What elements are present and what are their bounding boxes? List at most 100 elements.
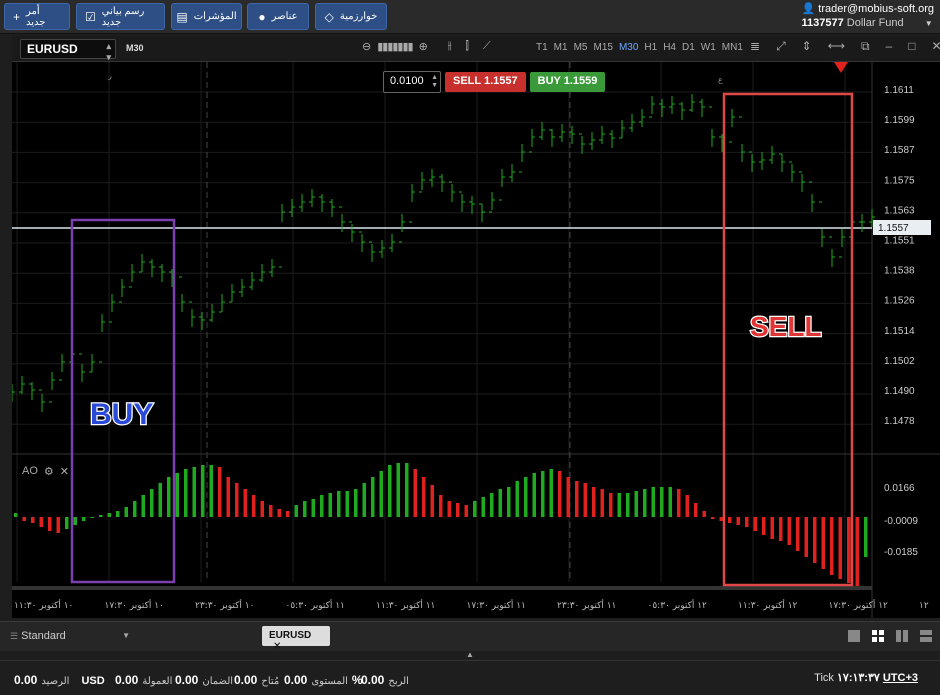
ao-bar	[192, 467, 196, 517]
zoom-slider[interactable]: ▮▮▮▮▮▮▮	[377, 40, 413, 53]
ao-bar	[541, 471, 545, 517]
gear-icon[interactable]: ⚙	[44, 465, 54, 478]
timeframe-mn1[interactable]: MN1	[722, 42, 743, 53]
ao-bar	[362, 483, 366, 517]
bars-icon: ▤	[176, 9, 188, 24]
quick-order-panel: 0.0100 ▲ ▼ SELL 1.1557 BUY 1.1559	[383, 71, 606, 93]
timeframe-m15[interactable]: M15	[593, 42, 612, 53]
settings-lines-icon[interactable]: ≣	[750, 39, 760, 54]
timeframe-t1[interactable]: T1	[536, 42, 548, 53]
ao-bar	[855, 517, 859, 587]
buy-annotation-label: BUY	[90, 398, 153, 431]
ao-bar	[218, 467, 222, 517]
symbol-select[interactable]: EURUSD ▴ ▾	[20, 39, 116, 62]
new-chart-button[interactable]: ☑ رسم بياني جديد	[76, 3, 165, 30]
zoom-in-icon[interactable]: ⊕	[419, 40, 428, 53]
ao-bar	[830, 517, 834, 575]
price-tick-label: 1.1526	[884, 296, 915, 307]
zoom-out-icon[interactable]: ⊖	[362, 40, 371, 53]
ao-bar	[796, 517, 800, 551]
ao-bar	[294, 505, 298, 517]
ao-tick-label: -0.0185	[884, 547, 918, 558]
elements-button[interactable]: ● عناصر	[247, 3, 309, 30]
ao-indicator-header: AO ⚙ ✕	[22, 465, 69, 478]
timeframe-m30[interactable]: M30	[619, 42, 638, 53]
minimize-icon[interactable]: –	[886, 39, 893, 54]
ao-bar	[14, 513, 18, 517]
scale-vertical-icon[interactable]: ⇕	[802, 39, 812, 54]
price-tick-label: 1.1551	[884, 236, 915, 247]
account-info[interactable]: 👤 trader@mobius-soft.org 1137577 Dollar …	[802, 2, 934, 29]
account-type-select[interactable]: ☰ Standard ▼	[10, 630, 130, 642]
ao-bar	[65, 517, 69, 529]
expand-diagonal-icon[interactable]: ⤢	[776, 39, 786, 54]
time-tick-label: ١٢ أكتوبر ١١:٣٠	[738, 599, 798, 611]
time-tick-label: ١٢	[919, 601, 929, 611]
timeframe-m5[interactable]: M5	[574, 42, 588, 53]
tab-eurusd[interactable]: EURUSD ✕	[262, 626, 330, 652]
chart-tools: ≣ ⤢ ⇕ ⟷ ⧉ – □ ✕	[750, 39, 940, 54]
time-tick-label: ١١ أكتوبر ١٧:٣٠	[467, 599, 526, 611]
layout-grid-icon[interactable]	[872, 630, 884, 642]
ao-bar	[507, 487, 511, 517]
price-tick-label: 1.1490	[884, 386, 915, 397]
spinner-icon[interactable]: ▲ ▼	[431, 74, 438, 90]
ao-bar	[770, 517, 774, 539]
ao-bar	[371, 477, 375, 517]
ao-bar	[158, 483, 162, 517]
collapse-arrow-icon[interactable]: ▲	[466, 650, 474, 659]
ao-bar	[175, 473, 179, 517]
ao-bar	[566, 477, 570, 517]
ao-bar	[303, 501, 307, 517]
close-icon[interactable]: ✕	[60, 465, 69, 478]
sell-button[interactable]: SELL 1.1557	[445, 72, 526, 92]
ao-bar	[82, 517, 86, 521]
ao-bar	[184, 469, 188, 517]
ao-bar	[354, 489, 358, 517]
timeframe-w1[interactable]: W1	[701, 42, 716, 53]
maximize-icon[interactable]: □	[908, 39, 915, 54]
candles-icon[interactable]: ⫿	[465, 40, 469, 53]
timeframe-h4[interactable]: H4	[663, 42, 676, 53]
timeframe-list: T1 M1 M5 M15 M30 H1 H4 D1 W1 MN1	[536, 42, 743, 53]
popout-icon[interactable]: ⧉	[861, 39, 870, 54]
indicators-button[interactable]: ▤ المؤشرات	[171, 3, 242, 30]
scale-horizontal-icon[interactable]: ⟷	[828, 39, 845, 54]
price-tick-label: 1.1587	[884, 145, 915, 156]
timeframe-d1[interactable]: D1	[682, 42, 695, 53]
ao-bar	[150, 489, 154, 517]
close-icon[interactable]: ✕	[931, 39, 940, 54]
lot-size-input[interactable]: 0.0100 ▲ ▼	[383, 71, 441, 93]
close-icon[interactable]: ✕	[273, 641, 281, 652]
chart-icon: ☑	[85, 9, 96, 24]
spinner-icon: ▴ ▾	[106, 41, 111, 62]
ao-bar	[702, 511, 706, 517]
price-chart[interactable]: 1.1611 1.1599 1.1587 1.1575 1.1563 1.1551 1.15…	[12, 62, 940, 618]
ao-bar	[141, 495, 145, 517]
ao-bar	[481, 497, 485, 517]
algorithms-button[interactable]: ◇ خوارزمية	[315, 3, 387, 30]
account-dropdown-icon[interactable]: ▼	[925, 19, 933, 28]
layout-rows-icon[interactable]	[920, 630, 932, 642]
ao-bar	[456, 503, 460, 517]
timezone-select[interactable]: UTC+3	[883, 672, 918, 684]
ao-bar	[345, 491, 349, 517]
diamond-icon: ◇	[324, 9, 334, 24]
timeframe-m1[interactable]: M1	[554, 42, 568, 53]
ao-bar	[422, 477, 426, 517]
layout-single-icon[interactable]	[848, 630, 860, 642]
crosshair-icon[interactable]: ⫲	[448, 40, 452, 53]
layout-columns-icon[interactable]	[896, 630, 908, 642]
buy-button[interactable]: BUY 1.1559	[529, 72, 606, 92]
ao-bar	[226, 477, 230, 517]
ao-bar	[668, 487, 672, 517]
ao-bar	[277, 509, 281, 517]
timeframe-h1[interactable]: H1	[644, 42, 657, 53]
line-chart-icon[interactable]: ⟋	[483, 40, 491, 53]
balance-item: 0.00 الرصيد USD	[14, 673, 105, 687]
ao-bar	[711, 517, 715, 519]
ao-bar	[107, 513, 111, 517]
price-tick-label: 1.1599	[884, 115, 915, 126]
ao-bar	[311, 499, 315, 517]
new-order-button[interactable]: + أمر جديد	[4, 3, 70, 30]
